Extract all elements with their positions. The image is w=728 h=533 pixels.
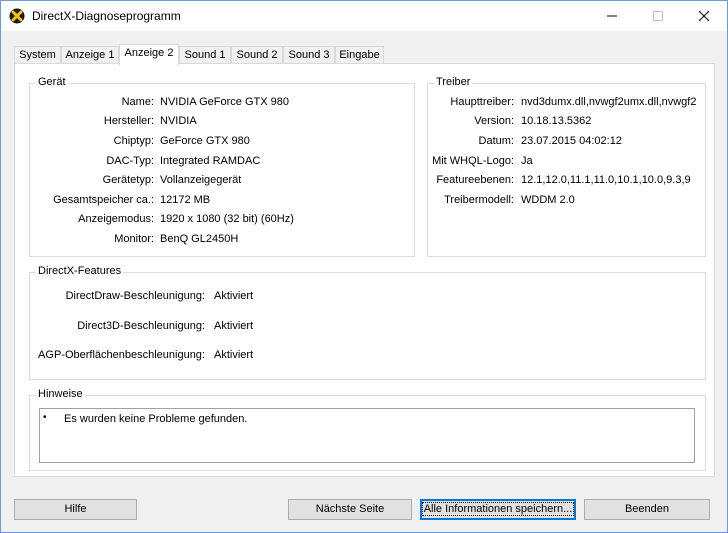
direct3d-value: Aktiviert [214,320,254,332]
tab-system[interactable]: System [14,46,61,63]
driver-featurelevels-value[interactable]: 12.1,12.0,11.1,11.0,10.1,10.0,9.3,9 [521,174,705,186]
notes-textbox[interactable]: • Es wurden keine Probleme gefunden. [39,408,695,463]
driver-model-label: Treibermodell: [444,194,514,206]
agp-label: AGP-Oberflächenbeschleunigung: [38,349,205,361]
note-text: Es wurden keine Probleme gefunden. [64,413,248,425]
maximize-icon [653,11,663,22]
tab-anzeige-2[interactable]: Anzeige 2 [119,44,179,65]
device-group: Gerät Name: NVIDIA GeForce GTX 980 Herst… [29,76,415,257]
exit-button-label: Beenden [624,503,670,515]
device-monitor-label: Monitor: [114,233,154,245]
tab-panel: Gerät Name: NVIDIA GeForce GTX 980 Herst… [14,63,715,477]
tab-anzeige-1[interactable]: Anzeige 1 [61,46,119,63]
close-icon [698,10,710,22]
device-dactype-value[interactable]: Integrated RAMDAC [160,155,260,167]
driver-group-title: Treiber [434,76,473,88]
directx-features-group: DirectX-Features DirectDraw-Beschleunigu… [29,265,706,380]
driver-main-label: Haupttreiber: [450,96,514,108]
minimize-icon [607,15,617,17]
driver-date-value[interactable]: 23.07.2015 04:02:12 [521,135,622,147]
device-name-label: Name: [121,96,154,108]
save-all-button[interactable]: Alle Informationen speichern... [420,499,576,520]
device-chiptype-label: Chiptyp: [113,135,154,147]
notes-title: Hinweise [36,388,85,400]
device-memory-label: Gesamtspeicher ca.: [53,194,154,206]
notes-group: Hinweise • Es wurden keine Probleme gefu… [29,388,706,471]
maximize-button[interactable] [635,1,681,31]
directx-app-icon [9,8,25,24]
exit-button[interactable]: Beenden [584,499,710,520]
tab-sound-1[interactable]: Sound 1 [179,46,231,63]
device-group-title: Gerät [36,76,68,88]
device-displaymode-label: Anzeigemodus: [78,213,154,225]
tab-eingabe[interactable]: Eingabe [335,46,384,63]
device-manufacturer-label: Hersteller: [103,115,154,127]
driver-main-value[interactable]: nvd3dumx.dll,nvwgf2umx.dll,nvwgf2 [521,96,705,108]
driver-group: Treiber Haupttreiber: nvd3dumx.dll,nvwgf… [427,76,706,257]
device-memory-value[interactable]: 12172 MB [160,194,210,206]
agp-value: Aktiviert [214,349,254,361]
next-page-button-label: Nächste Seite [315,503,385,515]
device-chiptype-value[interactable]: GeForce GTX 980 [160,135,250,147]
device-type-label: Gerätetyp: [102,174,154,186]
direct3d-label: Direct3D-Beschleunigung: [77,320,205,332]
device-displaymode-value[interactable]: 1920 x 1080 (32 bit) (60Hz) [160,213,294,225]
directdraw-label: DirectDraw-Beschleunigung: [65,290,205,302]
driver-date-label: Datum: [478,135,514,147]
next-page-button[interactable]: Nächste Seite [288,499,412,520]
minimize-button[interactable] [589,1,635,31]
device-dactype-label: DAC-Typ: [106,155,154,167]
title-bar[interactable]: DirectX-Diagnoseprogramm [1,1,727,31]
driver-version-value[interactable]: 10.18.13.5362 [521,115,591,127]
tab-sound-3[interactable]: Sound 3 [283,46,335,63]
device-name-value[interactable]: NVIDIA GeForce GTX 980 [160,96,289,108]
directdraw-value: Aktiviert [214,290,254,302]
tab-sound-2[interactable]: Sound 2 [231,46,283,63]
note-bullet: • [43,412,47,423]
help-button-label: Hilfe [64,503,87,515]
directx-features-title: DirectX-Features [36,265,124,277]
device-monitor-value[interactable]: BenQ GL2450H [160,233,238,245]
save-all-button-label: Alle Informationen speichern... [421,502,575,516]
driver-model-value[interactable]: WDDM 2.0 [521,194,575,206]
driver-whql-value[interactable]: Ja [521,155,533,167]
help-button[interactable]: Hilfe [14,499,137,520]
device-manufacturer-value[interactable]: NVIDIA [160,115,197,127]
driver-whql-label: Mit WHQL-Logo: [432,155,514,167]
driver-version-label: Version: [474,115,514,127]
device-type-value[interactable]: Vollanzeigegerät [160,174,241,186]
driver-featurelevels-label: Featureebenen: [436,174,514,186]
close-button[interactable] [681,1,727,31]
dxdiag-window: DirectX-Diagnoseprogramm System Anzeige … [0,0,728,533]
window-title: DirectX-Diagnoseprogramm [32,9,181,23]
